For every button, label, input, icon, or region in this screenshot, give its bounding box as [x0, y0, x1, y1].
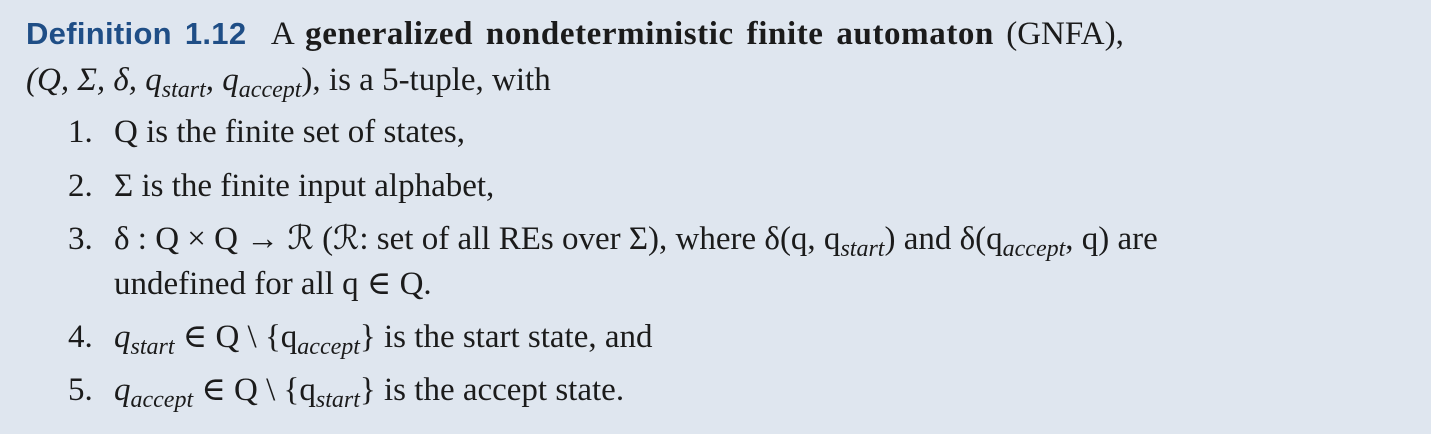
definition-term: generalized nondeterministic finite auto…: [305, 16, 994, 52]
list-item-text: ∈ Q \ {q: [174, 319, 298, 355]
definition-label: Definition 1.12: [26, 16, 247, 51]
list-item-number: 4.: [68, 319, 93, 355]
list-item-text: q: [114, 372, 131, 408]
list-item-sub: accept: [130, 387, 194, 413]
list-item: 4. qstart ∈ Q \ {qaccept} is the start st…: [68, 319, 653, 360]
list-item: 2. Σ is the finite input alphabet,: [68, 170, 494, 203]
list-item-text: , q) are: [1065, 221, 1158, 257]
list-item-sub: start: [315, 387, 360, 413]
definition-intro: A: [270, 16, 293, 52]
list-item-number: 5.: [68, 372, 93, 408]
tuple-text: (Q, Σ, δ, q: [26, 62, 162, 98]
tuple-end: ), is a 5-tuple, with: [301, 62, 551, 98]
list-item-number: 1.: [68, 114, 93, 150]
definition-heading-line: Definition 1.12 A generalized nondetermi…: [26, 18, 1124, 51]
list-item-text: q: [114, 319, 131, 355]
list-item: 1. Q is the finite set of states,: [68, 116, 465, 149]
list-item-text: δ : Q × Q → ℛ (ℛ: set of all REs over Σ)…: [114, 221, 841, 257]
list-item-text: } is the start state, and: [359, 319, 653, 355]
list-item-number: 3.: [68, 221, 93, 257]
list-item-continuation: undefined for all q ∈ Q.: [114, 268, 432, 301]
list-item-sub: start: [130, 334, 175, 360]
tuple-sub-accept: accept: [238, 77, 302, 103]
list-item-text: Σ is the finite input alphabet,: [114, 168, 495, 204]
tuple-sub-start: start: [161, 77, 206, 103]
list-item-number: 2.: [68, 168, 93, 204]
list-item-text: } is the accept state.: [359, 372, 625, 408]
tuple-mid: , q: [205, 62, 239, 98]
definition-box: Definition 1.12 A generalized nondetermi…: [0, 0, 1431, 434]
list-item: 5. qaccept ∈ Q \ {qstart} is the accept s…: [68, 372, 625, 413]
list-item: 3. δ : Q × Q → ℛ (ℛ: set of all REs over …: [68, 221, 1158, 262]
list-item-text: undefined for all q ∈ Q.: [114, 266, 432, 302]
list-item-sub: accept: [1002, 236, 1066, 262]
definition-tuple-line: (Q, Σ, δ, qstart, qaccept), is a 5-tuple…: [26, 62, 551, 103]
list-item-text: Q is the finite set of states,: [114, 114, 466, 150]
definition-abbrev: (GNFA),: [1006, 16, 1124, 52]
list-item-text: ∈ Q \ {q: [193, 372, 316, 408]
list-item-sub: start: [840, 236, 885, 262]
list-item-sub: accept: [297, 334, 360, 360]
list-item-text: ) and δ(q: [884, 221, 1003, 257]
